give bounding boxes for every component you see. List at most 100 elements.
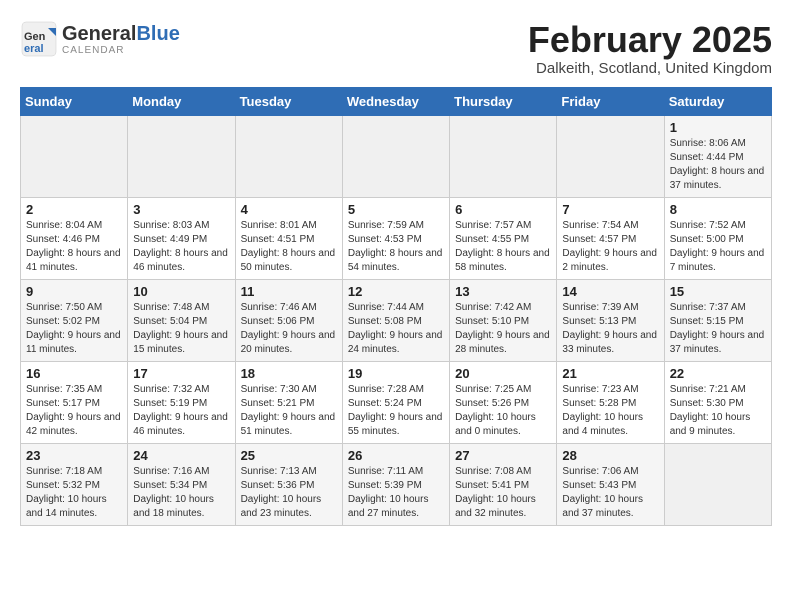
- calendar-cell: 22Sunrise: 7:21 AM Sunset: 5:30 PM Dayli…: [664, 361, 771, 443]
- day-info: Sunrise: 7:44 AM Sunset: 5:08 PM Dayligh…: [348, 301, 444, 357]
- day-info: Sunrise: 7:25 AM Sunset: 5:26 PM Dayligh…: [455, 383, 551, 439]
- day-info: Sunrise: 7:35 AM Sunset: 5:17 PM Dayligh…: [26, 383, 122, 439]
- calendar-cell: [664, 443, 771, 525]
- calendar-cell: 16Sunrise: 7:35 AM Sunset: 5:17 PM Dayli…: [21, 361, 128, 443]
- calendar-cell: 24 Sunrise: 7:16 AM Sunset: 5:34 PM Dayli…: [128, 443, 235, 525]
- calendar-cell: [342, 115, 449, 197]
- day-info: Sunrise: 7:42 AM Sunset: 5:10 PM Dayligh…: [455, 301, 551, 357]
- day-number: 12: [348, 284, 444, 299]
- weekday-header-sunday: Sunday: [21, 87, 128, 115]
- day-number: 5: [348, 202, 444, 217]
- logo-icon: Gen eral: [20, 20, 58, 58]
- day-number: 6: [455, 202, 551, 217]
- calendar-cell: 1 Sunrise: 8:06 AM Sunset: 4:44 PM Daylig…: [664, 115, 771, 197]
- weekday-header-row: SundayMondayTuesdayWednesdayThursdayFrid…: [21, 87, 772, 115]
- day-info: Sunrise: 7:57 AM Sunset: 4:55 PM Dayligh…: [455, 219, 551, 275]
- calendar-cell: [450, 115, 557, 197]
- day-number: 4: [241, 202, 337, 217]
- day-info: Sunrise: 7:59 AM Sunset: 4:53 PM Dayligh…: [348, 219, 444, 275]
- day-info: Sunrise: 8:04 AM Sunset: 4:46 PM Dayligh…: [26, 219, 122, 275]
- calendar-cell: 23 Sunrise: 7:18 AM Sunset: 5:32 PM Dayli…: [21, 443, 128, 525]
- weekday-header-wednesday: Wednesday: [342, 87, 449, 115]
- day-number: 13: [455, 284, 551, 299]
- day-info: Sunrise: 8:03 AM Sunset: 4:49 PM Dayligh…: [133, 219, 229, 275]
- calendar-cell: 26 Sunrise: 7:11 AM Sunset: 5:39 PM Dayli…: [342, 443, 449, 525]
- day-number: 18: [241, 366, 337, 381]
- day-info: Sunrise: 7:50 AM Sunset: 5:02 PM Dayligh…: [26, 301, 122, 357]
- page-header: Gen eral GeneralBlue CALENDAR February 2…: [20, 20, 772, 77]
- day-number: 20: [455, 366, 551, 381]
- day-number: 9: [26, 284, 122, 299]
- calendar-week-2: 2Sunrise: 8:04 AM Sunset: 4:46 PM Daylig…: [21, 197, 772, 279]
- calendar-cell: 11 Sunrise: 7:46 AM Sunset: 5:06 PM Dayli…: [235, 279, 342, 361]
- calendar-cell: 15 Sunrise: 7:37 AM Sunset: 5:15 PM Dayli…: [664, 279, 771, 361]
- day-number: 7: [562, 202, 658, 217]
- calendar-cell: 25Sunrise: 7:13 AM Sunset: 5:36 PM Dayli…: [235, 443, 342, 525]
- day-number: 10: [133, 284, 229, 299]
- day-number: 8: [670, 202, 766, 217]
- calendar-cell: 19 Sunrise: 7:28 AM Sunset: 5:24 PM Dayli…: [342, 361, 449, 443]
- month-title: February 2025: [528, 20, 772, 60]
- calendar-cell: 3 Sunrise: 8:03 AM Sunset: 4:49 PM Daylig…: [128, 197, 235, 279]
- day-info: Sunrise: 7:16 AM Sunset: 5:34 PM Dayligh…: [133, 465, 229, 521]
- day-number: 26: [348, 448, 444, 463]
- day-number: 23: [26, 448, 122, 463]
- day-info: Sunrise: 8:06 AM Sunset: 4:44 PM Dayligh…: [670, 137, 766, 193]
- day-info: Sunrise: 7:11 AM Sunset: 5:39 PM Dayligh…: [348, 465, 444, 521]
- calendar-cell: 12 Sunrise: 7:44 AM Sunset: 5:08 PM Dayli…: [342, 279, 449, 361]
- calendar-week-4: 16Sunrise: 7:35 AM Sunset: 5:17 PM Dayli…: [21, 361, 772, 443]
- day-number: 27: [455, 448, 551, 463]
- day-info: Sunrise: 7:21 AM Sunset: 5:30 PM Dayligh…: [670, 383, 766, 439]
- day-info: Sunrise: 7:48 AM Sunset: 5:04 PM Dayligh…: [133, 301, 229, 357]
- day-info: Sunrise: 7:13 AM Sunset: 5:36 PM Dayligh…: [241, 465, 337, 521]
- calendar-cell: 8 Sunrise: 7:52 AM Sunset: 5:00 PM Daylig…: [664, 197, 771, 279]
- day-info: Sunrise: 7:18 AM Sunset: 5:32 PM Dayligh…: [26, 465, 122, 521]
- calendar-week-3: 9 Sunrise: 7:50 AM Sunset: 5:02 PM Daylig…: [21, 279, 772, 361]
- day-number: 15: [670, 284, 766, 299]
- logo-tagline: CALENDAR: [62, 45, 180, 56]
- calendar-cell: [128, 115, 235, 197]
- calendar-cell: [557, 115, 664, 197]
- weekday-header-tuesday: Tuesday: [235, 87, 342, 115]
- calendar-week-5: 23 Sunrise: 7:18 AM Sunset: 5:32 PM Dayli…: [21, 443, 772, 525]
- day-number: 24: [133, 448, 229, 463]
- calendar-week-1: 1 Sunrise: 8:06 AM Sunset: 4:44 PM Daylig…: [21, 115, 772, 197]
- calendar-cell: 17Sunrise: 7:32 AM Sunset: 5:19 PM Dayli…: [128, 361, 235, 443]
- day-info: Sunrise: 7:39 AM Sunset: 5:13 PM Dayligh…: [562, 301, 658, 357]
- day-info: Sunrise: 7:52 AM Sunset: 5:00 PM Dayligh…: [670, 219, 766, 275]
- calendar-cell: 20 Sunrise: 7:25 AM Sunset: 5:26 PM Dayli…: [450, 361, 557, 443]
- day-info: Sunrise: 7:54 AM Sunset: 4:57 PM Dayligh…: [562, 219, 658, 275]
- day-info: Sunrise: 7:08 AM Sunset: 5:41 PM Dayligh…: [455, 465, 551, 521]
- calendar-cell: [21, 115, 128, 197]
- weekday-header-thursday: Thursday: [450, 87, 557, 115]
- day-number: 28: [562, 448, 658, 463]
- day-info: Sunrise: 7:28 AM Sunset: 5:24 PM Dayligh…: [348, 383, 444, 439]
- calendar-cell: [235, 115, 342, 197]
- day-info: Sunrise: 7:37 AM Sunset: 5:15 PM Dayligh…: [670, 301, 766, 357]
- calendar-cell: 4 Sunrise: 8:01 AM Sunset: 4:51 PM Daylig…: [235, 197, 342, 279]
- day-number: 3: [133, 202, 229, 217]
- calendar-table: SundayMondayTuesdayWednesdayThursdayFrid…: [20, 87, 772, 526]
- logo: Gen eral GeneralBlue CALENDAR: [20, 20, 180, 58]
- calendar-cell: 5 Sunrise: 7:59 AM Sunset: 4:53 PM Daylig…: [342, 197, 449, 279]
- calendar-cell: 6 Sunrise: 7:57 AM Sunset: 4:55 PM Daylig…: [450, 197, 557, 279]
- weekday-header-friday: Friday: [557, 87, 664, 115]
- calendar-cell: 10 Sunrise: 7:48 AM Sunset: 5:04 PM Dayli…: [128, 279, 235, 361]
- location: Dalkeith, Scotland, United Kingdom: [528, 60, 772, 77]
- calendar-cell: 7 Sunrise: 7:54 AM Sunset: 4:57 PM Daylig…: [557, 197, 664, 279]
- svg-text:eral: eral: [24, 43, 44, 55]
- day-number: 19: [348, 366, 444, 381]
- calendar-cell: 21Sunrise: 7:23 AM Sunset: 5:28 PM Dayli…: [557, 361, 664, 443]
- logo-blue: Blue: [136, 23, 179, 45]
- day-info: Sunrise: 7:46 AM Sunset: 5:06 PM Dayligh…: [241, 301, 337, 357]
- day-number: 11: [241, 284, 337, 299]
- calendar-cell: 28Sunrise: 7:06 AM Sunset: 5:43 PM Dayli…: [557, 443, 664, 525]
- title-block: February 2025 Dalkeith, Scotland, United…: [528, 20, 772, 77]
- logo-general: General: [62, 23, 136, 45]
- calendar-cell: 2Sunrise: 8:04 AM Sunset: 4:46 PM Daylig…: [21, 197, 128, 279]
- calendar-cell: 14Sunrise: 7:39 AM Sunset: 5:13 PM Dayli…: [557, 279, 664, 361]
- day-number: 1: [670, 120, 766, 135]
- day-info: Sunrise: 8:01 AM Sunset: 4:51 PM Dayligh…: [241, 219, 337, 275]
- weekday-header-monday: Monday: [128, 87, 235, 115]
- day-info: Sunrise: 7:23 AM Sunset: 5:28 PM Dayligh…: [562, 383, 658, 439]
